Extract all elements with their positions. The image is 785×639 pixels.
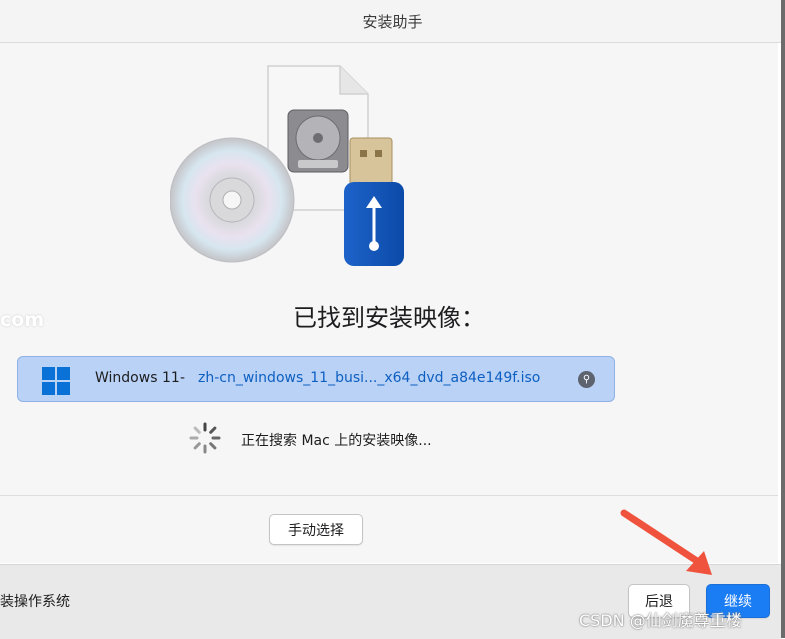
- usb-drive-icon: [344, 137, 404, 266]
- footer-label: 装操作系统: [0, 594, 70, 610]
- window-titlebar: 安装助手: [0, 0, 785, 43]
- spinner-icon: [189, 422, 221, 454]
- cd-disc-icon: [170, 137, 295, 263]
- install-media-illustration: [170, 65, 404, 266]
- divider: [0, 495, 778, 496]
- manual-select-button[interactable]: 手动选择: [269, 514, 363, 545]
- annotation-arrow-icon: [620, 509, 712, 575]
- searching-status: 正在搜索 Mac 上的安装映像...: [241, 433, 432, 449]
- found-heading: 已找到安装映像：: [293, 304, 485, 332]
- os-name: Windows 11: [95, 370, 180, 386]
- separator: -: [180, 370, 186, 386]
- install-image-row[interactable]: Windows 11 - zh-cn_windows_11_busi..._x6…: [17, 356, 615, 402]
- hard-drive-icon: [287, 109, 349, 173]
- iso-file-name: zh-cn_windows_11_busi..._x64_dvd_a84e149…: [198, 370, 541, 386]
- window-title: 安装助手: [362, 12, 423, 31]
- magnifier-icon[interactable]: ⚲: [578, 371, 595, 388]
- csdn-watermark: CSDN @仙剑魔尊重楼: [579, 611, 742, 630]
- window-edge: [781, 0, 785, 638]
- windows-logo-icon: [42, 367, 70, 395]
